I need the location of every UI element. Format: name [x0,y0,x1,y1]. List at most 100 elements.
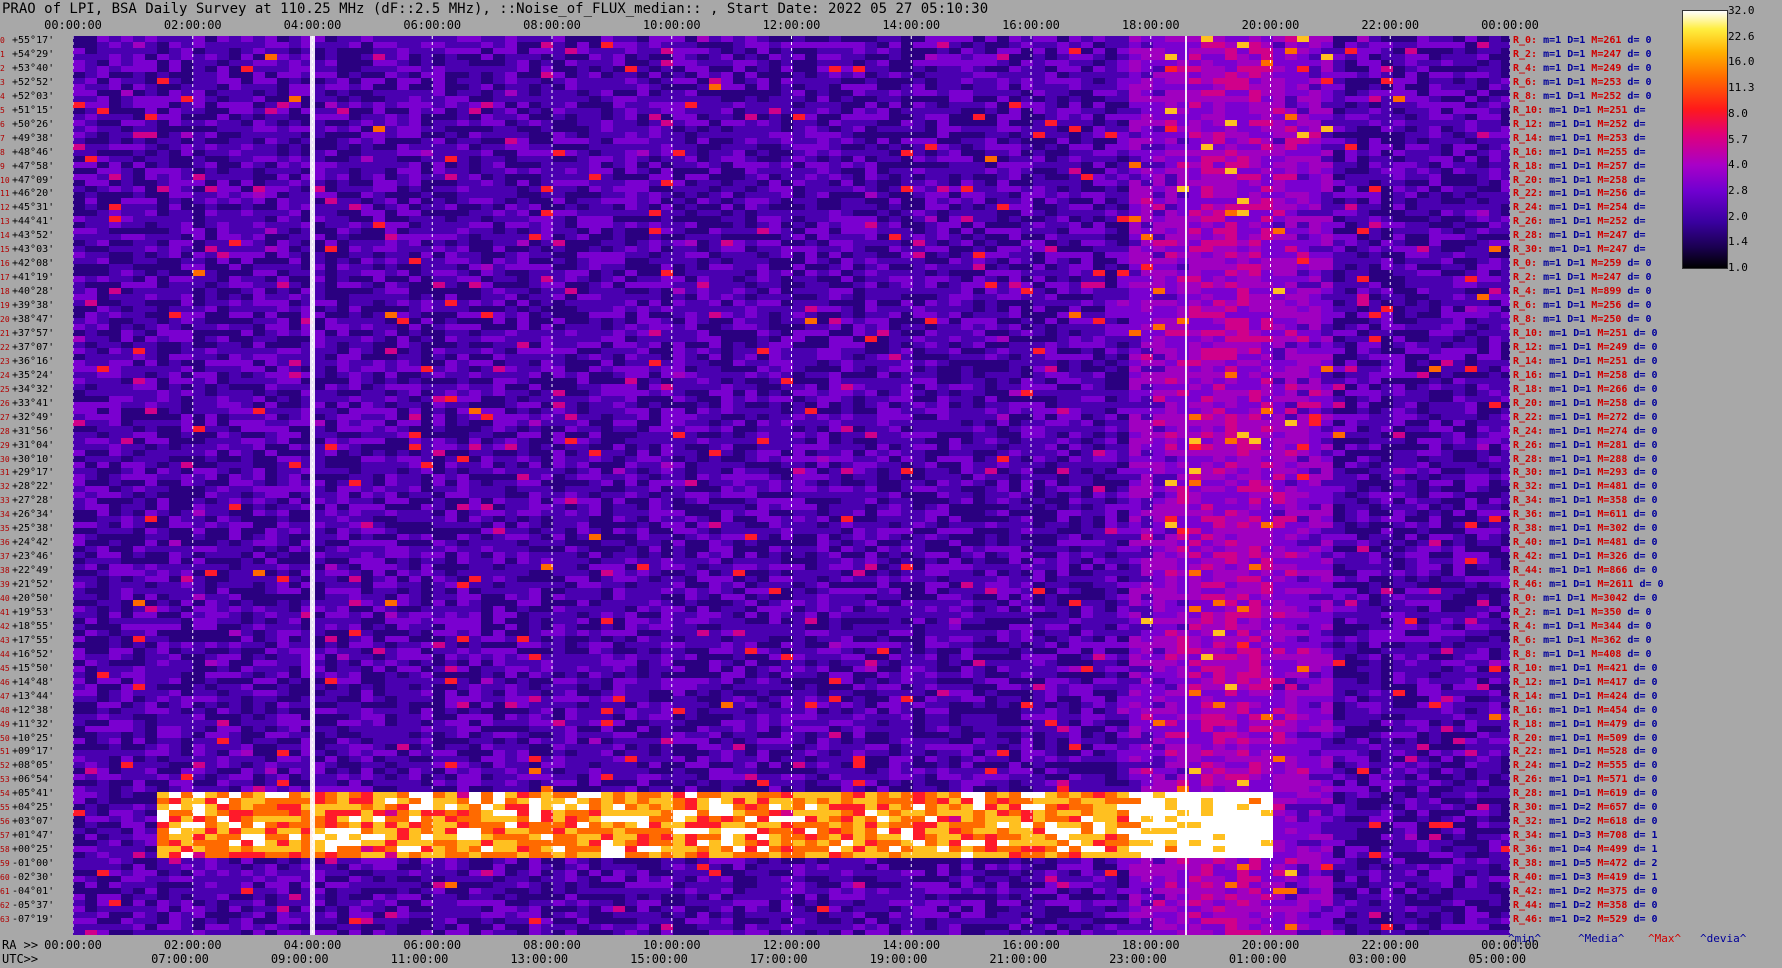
heatmap-cell [1273,144,1285,150]
heatmap-cell [1369,270,1381,276]
heatmap-cell [1453,102,1465,108]
heatmap-cell [253,174,265,180]
heatmap-cell [1093,186,1105,192]
heatmap-cell [1453,180,1465,186]
heatmap-cell [1309,54,1321,60]
heatmap-cell [1321,54,1333,60]
heatmap-cell [337,66,349,72]
heatmap-cell [1165,174,1177,180]
heatmap-cell [385,96,397,102]
heatmap-cell [493,156,505,162]
heatmap-cell [325,246,337,252]
heatmap-cell [865,96,877,102]
heatmap-cell [673,222,685,228]
heatmap-cell [1417,60,1429,66]
heatmap-cell [1249,246,1261,252]
heatmap-cell [1033,114,1045,120]
heatmap-cell [1165,54,1177,60]
heatmap-cell [661,42,673,48]
heatmap-plot[interactable] [73,36,1510,935]
heatmap-cell [1417,234,1429,240]
heatmap-cell [1501,204,1510,210]
heatmap-cell [829,48,841,54]
heatmap-cell [757,264,769,270]
heatmap-cell [1333,54,1345,60]
heatmap-cell [1129,102,1141,108]
heatmap-cell [409,114,421,120]
heatmap-cell [145,102,157,108]
heatmap-cell [1441,234,1453,240]
heatmap-cell [409,108,421,114]
heatmap-cell [1033,138,1045,144]
heatmap-cell [409,210,421,216]
heatmap-cell [1153,60,1165,66]
heatmap-cell [1417,270,1429,276]
heatmap-cell [1321,66,1333,72]
heatmap-cell [625,60,637,66]
heatmap-cell [961,186,973,192]
heatmap-cell [1225,144,1237,150]
heatmap-cell [601,168,613,174]
heatmap-cell [277,72,289,78]
heatmap-cell [1405,192,1417,198]
heatmap-cell [1081,234,1093,240]
heatmap-cell [1393,162,1405,168]
heatmap-cell [445,222,457,228]
heatmap-cell [1081,192,1093,198]
heatmap-cell [1129,234,1141,240]
heatmap-cell [817,90,829,96]
heatmap-cell [229,252,241,258]
heatmap-cell [97,84,109,90]
heatmap-cell [541,216,553,222]
heatmap-cell [361,180,373,186]
heatmap-cell [553,174,565,180]
heatmap-cell [1081,216,1093,222]
heatmap-cell [409,216,421,222]
heatmap-cell [853,96,865,102]
heatmap-cell [949,174,961,180]
heatmap-cell [229,168,241,174]
heatmap-cell [181,150,193,156]
heatmap-cell [277,192,289,198]
heatmap-cell [673,246,685,252]
heatmap-cell [1477,102,1489,108]
heatmap-cell [289,66,301,72]
heatmap-cell [769,144,781,150]
heatmap-cell [481,54,493,60]
heatmap-cell [769,96,781,102]
heatmap-cell [277,234,289,240]
heatmap-cell [97,276,109,282]
heatmap-cell [241,90,253,96]
heatmap-cell [541,84,553,90]
heatmap-cell [1453,234,1465,240]
heatmap-cell [553,252,565,258]
heatmap-cell [829,270,841,276]
heatmap-cell [541,264,553,270]
heatmap-cell [277,198,289,204]
heatmap-cell [769,252,781,258]
heatmap-cell [937,48,949,54]
heatmap-cell [913,240,925,246]
declination-tick: +16°52' [12,648,55,660]
heatmap-cell [1213,144,1225,150]
heatmap-cell [1393,246,1405,252]
heatmap-cell [265,270,277,276]
heatmap-cell [889,78,901,84]
heatmap-cell [349,90,361,96]
heatmap-cell [937,228,949,234]
heatmap-cell [721,186,733,192]
heatmap-cell [673,228,685,234]
heatmap-cell [1009,54,1021,60]
heatmap-cell [1057,210,1069,216]
heatmap-cell [1501,186,1510,192]
heatmap-cell [1045,156,1057,162]
heatmap-cell [985,216,997,222]
heatmap-cell [73,84,85,90]
heatmap-cell [1381,138,1393,144]
heatmap-cell [961,42,973,48]
heatmap-cell [1405,180,1417,186]
heatmap-cell [673,150,685,156]
heatmap-cell [961,234,973,240]
heatmap-cell [949,210,961,216]
heatmap-cell [1057,78,1069,84]
